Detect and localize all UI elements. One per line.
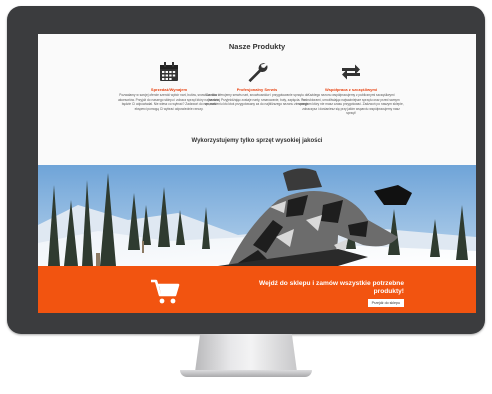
feature-title: Współpraca z szczęśliwymi <box>324 87 378 92</box>
exchange-arrows-icon <box>342 64 360 80</box>
page-title: Nasze Produkty <box>228 42 286 51</box>
snowboarder-photo <box>38 165 476 266</box>
monitor-bezel: Nasze Produkty Sprzedaż/Wynajem Pozwalam… <box>7 6 485 334</box>
shopping-cart-icon <box>151 279 180 304</box>
calendar-icon <box>160 62 178 81</box>
shop-banner: Wejdź do sklepu i zamów wszystkie potrze… <box>38 266 476 313</box>
website-screen: Nasze Produkty Sprzedaż/Wynajem Pozwalam… <box>38 34 476 313</box>
banner-text: Wejdź do sklepu i zamów wszystkie potrze… <box>259 280 404 295</box>
wrench-icon <box>248 63 268 83</box>
monitor-stand-base <box>180 370 312 377</box>
quality-tagline: Wykorzystujemy tylko sprzęt wysokiej jak… <box>191 138 323 144</box>
go-to-shop-button[interactable]: Przejdź do sklepu <box>367 299 404 307</box>
feature-cooperation: Współpraca z szczęśliwymi Każdego sezonu… <box>286 60 416 116</box>
monitor-stand-neck <box>195 334 297 372</box>
feature-text: Każdego sezonu współpracujemy z publiczn… <box>298 93 404 116</box>
